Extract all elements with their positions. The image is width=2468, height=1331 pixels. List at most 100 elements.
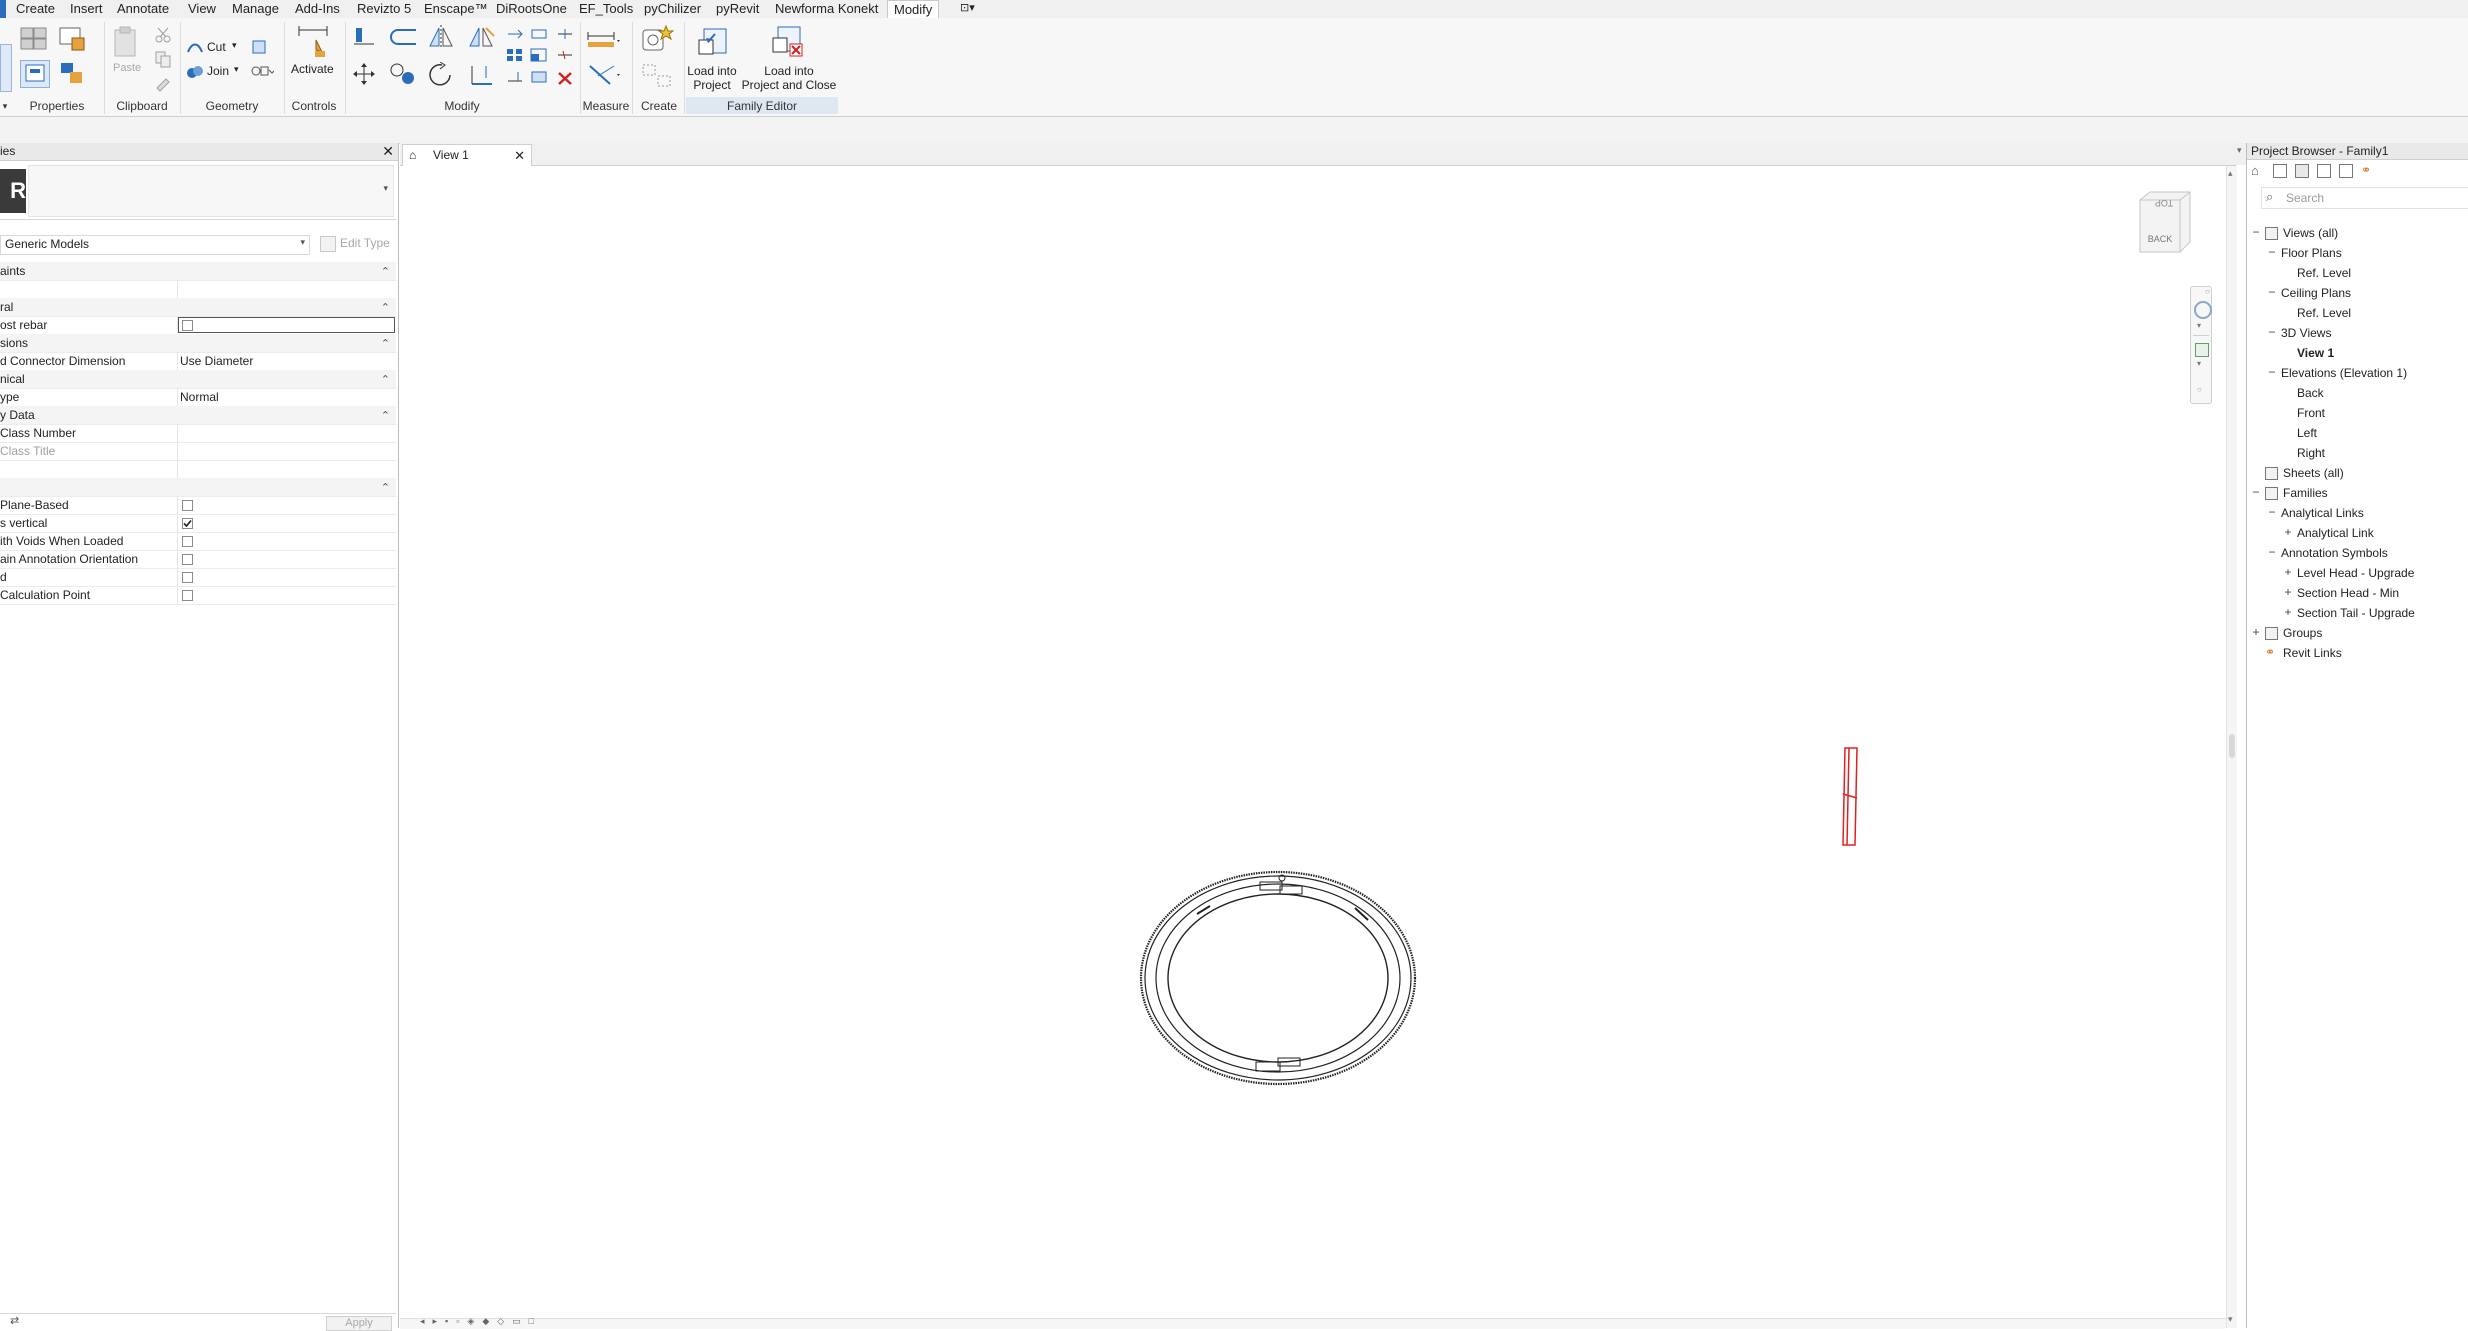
expand-node-icon[interactable]: + xyxy=(2283,583,2293,603)
browser-node-groups[interactable]: Groups xyxy=(2283,623,2322,643)
property-row[interactable]: Class Number xyxy=(0,424,396,443)
property-checkbox[interactable] xyxy=(182,518,193,529)
property-group-header[interactable]: ⌃ xyxy=(0,478,396,497)
family-types-icon[interactable] xyxy=(58,26,86,52)
view-control-icons[interactable]: ◂▸▪▫◈◆◇▭□ xyxy=(420,1316,542,1327)
property-group-header[interactable]: sions ⌃ xyxy=(0,334,396,353)
collapse-node-icon[interactable]: − xyxy=(2267,543,2277,563)
property-checkbox[interactable] xyxy=(182,320,193,331)
browser-node-3d-views[interactable]: 3D Views xyxy=(2281,323,2331,343)
canvas-vertical-scrollbar[interactable]: ▴ ▾ xyxy=(2226,166,2237,1328)
property-checkbox[interactable] xyxy=(182,536,193,547)
steering-wheel-icon[interactable] xyxy=(2194,301,2212,319)
browser-node-annotation-symbols[interactable]: Annotation Symbols xyxy=(2281,543,2388,563)
property-group-header[interactable]: y Data ⌃ xyxy=(0,406,396,425)
browser-node-level-head-upgrade[interactable]: Level Head - Upgrade xyxy=(2297,563,2414,583)
collapse-node-icon[interactable]: − xyxy=(2267,503,2277,523)
nav-bar-options-icon[interactable]: ○ xyxy=(2197,385,2202,394)
copy-circles-icon[interactable] xyxy=(388,62,418,86)
expand-node-icon[interactable]: + xyxy=(2283,603,2293,623)
scrollbar-thumb[interactable] xyxy=(2229,734,2235,758)
tab-newforma-konekt[interactable]: Newforma Konekt xyxy=(775,0,878,18)
property-row[interactable]: s vertical xyxy=(0,514,396,533)
edit-type-button[interactable]: Edit Type xyxy=(318,235,396,253)
apply-button[interactable]: Apply xyxy=(326,1316,392,1331)
browser-node-ceiling-plans[interactable]: Ceiling Plans xyxy=(2281,283,2351,303)
property-row[interactable]: d xyxy=(0,568,396,587)
collapse-chevron-icon[interactable]: ⌃ xyxy=(381,481,390,494)
browser-node-views-all[interactable]: Views (all) xyxy=(2283,223,2338,243)
tab-manage[interactable]: Manage xyxy=(232,0,279,18)
browser-node-floor-plans[interactable]: Floor Plans xyxy=(2281,243,2342,263)
property-value[interactable] xyxy=(180,280,394,298)
browser-node-back[interactable]: Back xyxy=(2297,383,2324,403)
tab-add-ins[interactable]: Add-Ins xyxy=(295,0,340,18)
wall-joins-icon[interactable] xyxy=(250,38,268,56)
tab-modify[interactable]: Modify xyxy=(887,0,940,19)
properties-help-link[interactable]: ⇄ xyxy=(10,1314,19,1327)
selected-element-highlight[interactable] xyxy=(1842,747,1858,846)
copy-icon[interactable] xyxy=(154,50,172,68)
browser-node-view-1[interactable]: View 1 xyxy=(2297,343,2334,363)
tab-pyrevit[interactable]: pyRevit xyxy=(716,0,759,18)
property-row[interactable] xyxy=(0,460,396,479)
create-group-icon[interactable] xyxy=(640,62,674,90)
browser-node-ref-level[interactable]: Ref. Level xyxy=(2297,303,2351,323)
close-icon[interactable]: ✕ xyxy=(514,145,525,166)
tab-ef-tools[interactable]: EF_Tools xyxy=(579,0,633,18)
browser-node-left[interactable]: Left xyxy=(2297,423,2317,443)
browser-node-elevations-elevation-1[interactable]: Elevations (Elevation 1) xyxy=(2281,363,2407,383)
family-category-icon[interactable] xyxy=(20,60,50,88)
align-icon[interactable] xyxy=(352,26,376,48)
collapse-chevron-icon[interactable]: ⌃ xyxy=(381,337,390,350)
scroll-down-arrow[interactable]: ▾ xyxy=(2228,1314,2233,1325)
collapse-chevron-icon[interactable]: ⌃ xyxy=(381,373,390,386)
browser-node-section-tail-upgrade[interactable]: Section Tail - Upgrade xyxy=(2297,603,2415,623)
mirror-draw-axis-icon[interactable] xyxy=(466,24,496,50)
browser-node-front[interactable]: Front xyxy=(2297,403,2325,423)
browser-node-analytical-link[interactable]: Analytical Link xyxy=(2297,523,2374,543)
zoom-region-icon[interactable] xyxy=(2195,343,2209,357)
tab-revizto[interactable]: Revizto 5 xyxy=(357,0,411,18)
close-icon[interactable]: ✕ xyxy=(382,143,394,160)
rotate-icon[interactable] xyxy=(426,61,456,88)
load-into-project-and-close-button[interactable]: Load into Project and Close xyxy=(740,64,838,92)
split-element-icon[interactable] xyxy=(556,48,574,62)
property-checkbox[interactable] xyxy=(182,554,193,565)
property-row[interactable]: Calculation Point xyxy=(0,586,396,605)
property-row[interactable]: d Connector Dimension Use Diameter xyxy=(0,352,396,371)
tab-view[interactable]: View xyxy=(188,0,216,18)
property-value[interactable]: Use Diameter xyxy=(180,352,394,370)
trim-single-icon[interactable] xyxy=(506,70,524,84)
active-cell-frame[interactable] xyxy=(178,317,395,333)
property-row[interactable] xyxy=(0,280,396,299)
delete-icon[interactable] xyxy=(556,70,574,86)
expand-node-icon[interactable]: + xyxy=(2283,563,2293,583)
load-into-project-button[interactable]: Load into Project xyxy=(684,64,740,92)
browser-node-analytical-links[interactable]: Analytical Links xyxy=(2281,503,2364,523)
tab-enscape[interactable]: Enscape™ xyxy=(424,0,488,18)
property-checkbox[interactable] xyxy=(182,590,193,601)
property-group-header[interactable]: nical ⌃ xyxy=(0,370,396,389)
browser-node-section-head-min[interactable]: Section Head - Min xyxy=(2297,583,2399,603)
property-checkbox[interactable] xyxy=(182,572,193,583)
views-icon[interactable] xyxy=(2273,164,2287,178)
property-row[interactable]: ost rebar xyxy=(0,316,396,335)
panel-expand-arrow[interactable]: ▾ xyxy=(0,98,10,114)
tab-pychilizer[interactable]: pyChilizer xyxy=(644,0,701,18)
cut-dropdown-arrow[interactable]: ▾ xyxy=(232,40,237,51)
paste-icon[interactable] xyxy=(110,26,140,60)
panel-options-button[interactable]: ▾ xyxy=(2236,143,2246,165)
offset-icon[interactable] xyxy=(388,26,418,48)
collapse-chevron-icon[interactable]: ⌃ xyxy=(381,301,390,314)
browser-node-revit-links[interactable]: Revit Links xyxy=(2283,643,2342,663)
expand-node-icon[interactable]: + xyxy=(2283,523,2293,543)
join-dropdown-arrow[interactable]: ▾ xyxy=(234,64,239,75)
home-icon[interactable]: ⌂ xyxy=(2251,163,2259,178)
contextual-tab-dropdown[interactable]: ⊡▾ xyxy=(960,0,975,18)
property-row[interactable]: ype Normal xyxy=(0,388,396,407)
property-row[interactable]: Plane-Based xyxy=(0,496,396,515)
property-row[interactable]: ain Annotation Orientation xyxy=(0,550,396,569)
tab-create[interactable]: Create xyxy=(16,0,55,18)
chevron-down-icon[interactable]: ▾ xyxy=(300,237,305,248)
